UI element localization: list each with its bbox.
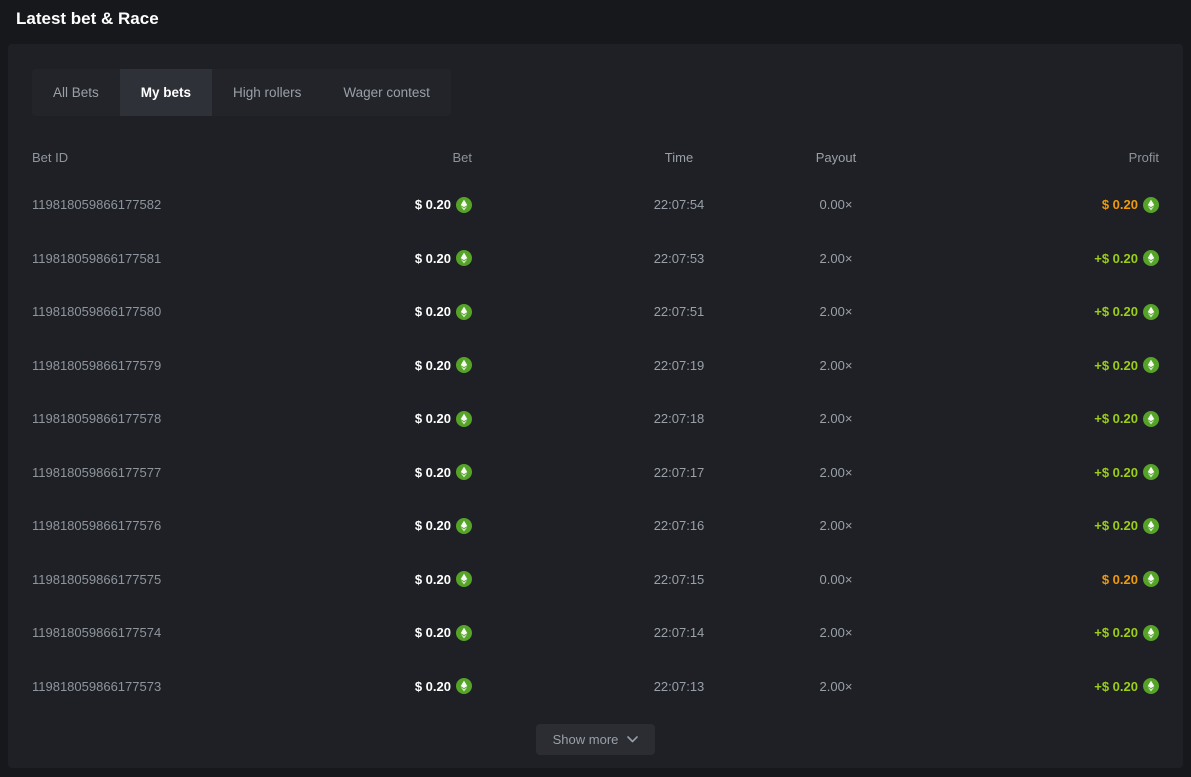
bet-profit-cell: $ 0.20 <box>915 571 1159 587</box>
bet-payout-cell: 2.00× <box>757 465 915 480</box>
bet-time-cell: 22:07:18 <box>601 411 757 426</box>
bet-id-cell: 119818059866177581 <box>32 251 287 266</box>
bet-time-cell: 22:07:17 <box>601 465 757 480</box>
header-payout: Payout <box>757 150 915 165</box>
page-title: Latest bet & Race <box>16 9 159 28</box>
bet-payout-cell: 2.00× <box>757 518 915 533</box>
bet-payout-cell: 2.00× <box>757 304 915 319</box>
header-profit: Profit <box>915 150 1159 165</box>
table-row[interactable]: 119818059866177580 $ 0.20 22:07:51 2.00×… <box>8 285 1183 339</box>
show-more-button[interactable]: Show more <box>536 724 656 755</box>
bet-id-cell: 119818059866177579 <box>32 358 287 373</box>
tab-all-bets[interactable]: All Bets <box>32 69 120 116</box>
bet-time-cell: 22:07:54 <box>601 197 757 212</box>
table-header-row: Bet ID Bet Time Payout Profit <box>8 136 1183 178</box>
bet-amount-cell: $ 0.20 <box>287 250 472 266</box>
bet-id-cell: 119818059866177575 <box>32 572 287 587</box>
eth-coin-icon <box>1143 197 1159 213</box>
bet-payout-cell: 0.00× <box>757 197 915 212</box>
bet-id-cell: 119818059866177582 <box>32 197 287 212</box>
table-row[interactable]: 119818059866177577 $ 0.20 22:07:17 2.00×… <box>8 446 1183 500</box>
bet-amount-cell: $ 0.20 <box>287 571 472 587</box>
bet-profit-cell: +$ 0.20 <box>915 357 1159 373</box>
bet-profit-cell: $ 0.20 <box>915 197 1159 213</box>
bet-time-cell: 22:07:13 <box>601 679 757 694</box>
eth-coin-icon <box>456 464 472 480</box>
table-row[interactable]: 119818059866177578 $ 0.20 22:07:18 2.00×… <box>8 392 1183 446</box>
bet-id-cell: 119818059866177577 <box>32 465 287 480</box>
titlebar: Latest bet & Race <box>0 0 1191 37</box>
eth-coin-icon <box>456 571 472 587</box>
chevron-down-icon <box>627 736 638 743</box>
header-bet-id: Bet ID <box>32 150 287 165</box>
bet-time-cell: 22:07:19 <box>601 358 757 373</box>
eth-coin-icon <box>456 357 472 373</box>
bet-id-cell: 119818059866177573 <box>32 679 287 694</box>
bet-time-cell: 22:07:16 <box>601 518 757 533</box>
table-row[interactable]: 119818059866177575 $ 0.20 22:07:15 0.00×… <box>8 553 1183 607</box>
table-row[interactable]: 119818059866177579 $ 0.20 22:07:19 2.00×… <box>8 339 1183 393</box>
eth-coin-icon <box>1143 304 1159 320</box>
show-more-label: Show more <box>553 732 619 747</box>
bet-profit-cell: +$ 0.20 <box>915 250 1159 266</box>
eth-coin-icon <box>1143 464 1159 480</box>
bet-profit-cell: +$ 0.20 <box>915 518 1159 534</box>
bet-time-cell: 22:07:51 <box>601 304 757 319</box>
bet-amount-cell: $ 0.20 <box>287 464 472 480</box>
bets-table-body: 119818059866177582 $ 0.20 22:07:54 0.00×… <box>8 178 1183 713</box>
bet-amount-cell: $ 0.20 <box>287 304 472 320</box>
eth-coin-icon <box>456 197 472 213</box>
bet-id-cell: 119818059866177576 <box>32 518 287 533</box>
eth-coin-icon <box>1143 678 1159 694</box>
bet-amount-cell: $ 0.20 <box>287 411 472 427</box>
header-time: Time <box>601 150 757 165</box>
bet-profit-cell: +$ 0.20 <box>915 304 1159 320</box>
bet-time-cell: 22:07:53 <box>601 251 757 266</box>
bet-profit-cell: +$ 0.20 <box>915 678 1159 694</box>
bets-tab-bar: All Bets My bets High rollers Wager cont… <box>32 69 451 116</box>
eth-coin-icon <box>1143 625 1159 641</box>
tab-high-rollers[interactable]: High rollers <box>212 69 322 116</box>
bet-payout-cell: 2.00× <box>757 679 915 694</box>
table-row[interactable]: 119818059866177573 $ 0.20 22:07:13 2.00×… <box>8 660 1183 714</box>
bet-amount-cell: $ 0.20 <box>287 197 472 213</box>
bet-amount-cell: $ 0.20 <box>287 518 472 534</box>
table-row[interactable]: 119818059866177574 $ 0.20 22:07:14 2.00×… <box>8 606 1183 660</box>
eth-coin-icon <box>456 678 472 694</box>
eth-coin-icon <box>456 250 472 266</box>
latest-bets-panel: All Bets My bets High rollers Wager cont… <box>8 44 1183 768</box>
eth-coin-icon <box>456 625 472 641</box>
bet-id-cell: 119818059866177574 <box>32 625 287 640</box>
bet-payout-cell: 2.00× <box>757 251 915 266</box>
tab-my-bets[interactable]: My bets <box>120 69 212 116</box>
eth-coin-icon <box>1143 250 1159 266</box>
table-row[interactable]: 119818059866177582 $ 0.20 22:07:54 0.00×… <box>8 178 1183 232</box>
eth-coin-icon <box>1143 411 1159 427</box>
bet-amount-cell: $ 0.20 <box>287 625 472 641</box>
bet-id-cell: 119818059866177580 <box>32 304 287 319</box>
bet-profit-cell: +$ 0.20 <box>915 464 1159 480</box>
show-more-container: Show more <box>8 724 1183 755</box>
eth-coin-icon <box>1143 518 1159 534</box>
eth-coin-icon <box>456 411 472 427</box>
bet-amount-cell: $ 0.20 <box>287 678 472 694</box>
header-bet: Bet <box>287 150 472 165</box>
bet-time-cell: 22:07:15 <box>601 572 757 587</box>
eth-coin-icon <box>456 518 472 534</box>
bet-time-cell: 22:07:14 <box>601 625 757 640</box>
bet-payout-cell: 0.00× <box>757 572 915 587</box>
bet-amount-cell: $ 0.20 <box>287 357 472 373</box>
eth-coin-icon <box>1143 571 1159 587</box>
eth-coin-icon <box>1143 357 1159 373</box>
bet-payout-cell: 2.00× <box>757 411 915 426</box>
bet-profit-cell: +$ 0.20 <box>915 411 1159 427</box>
tab-wager-contest[interactable]: Wager contest <box>322 69 451 116</box>
bet-payout-cell: 2.00× <box>757 358 915 373</box>
eth-coin-icon <box>456 304 472 320</box>
bet-payout-cell: 2.00× <box>757 625 915 640</box>
bet-id-cell: 119818059866177578 <box>32 411 287 426</box>
table-row[interactable]: 119818059866177576 $ 0.20 22:07:16 2.00×… <box>8 499 1183 553</box>
table-row[interactable]: 119818059866177581 $ 0.20 22:07:53 2.00×… <box>8 232 1183 286</box>
bet-profit-cell: +$ 0.20 <box>915 625 1159 641</box>
